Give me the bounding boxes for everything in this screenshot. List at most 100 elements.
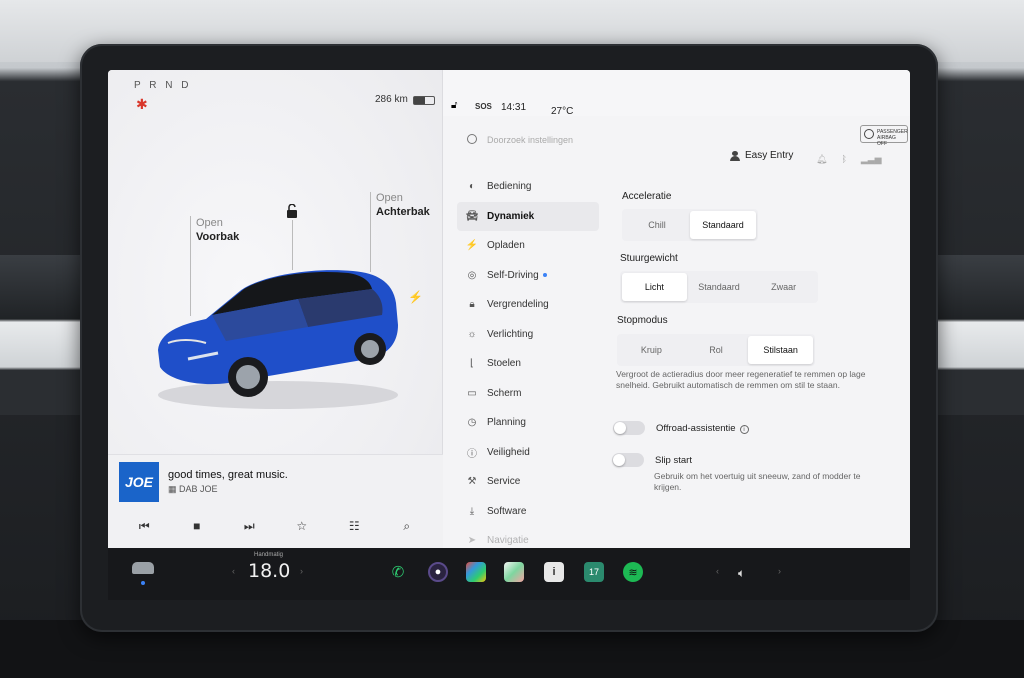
camera-icon[interactable]: ● (428, 562, 448, 582)
toybox-icon[interactable] (466, 562, 486, 582)
charge-port-icon[interactable]: ⚡ (408, 290, 423, 304)
equalizer-icon[interactable]: ☷ (342, 516, 366, 536)
steering-option-standaard[interactable]: Standaard (687, 273, 752, 301)
status-bar: 🔓︎ SOS 14:31 27°C (443, 70, 910, 117)
driver-profile[interactable]: Easy Entry (730, 150, 793, 161)
song-title: good times, great music. (168, 469, 288, 481)
screen-icon: ▭ (467, 387, 477, 399)
volume-down-chevron-icon[interactable]: ‹ (716, 566, 719, 576)
media-controls: ⏮ ■ ⏭ ☆ ☷ ⌕ (108, 515, 443, 537)
acceleration-option-standaard[interactable]: Standaard (690, 211, 756, 239)
settings-navigation: ◐ Bediening 🚘︎ Dynamiek ⚡ Opladen ◎ Self-Drivin… (443, 172, 603, 556)
nav-item-label: Opladen (487, 240, 525, 252)
bell-icon[interactable]: 🔔︎ (816, 154, 827, 165)
settings-search[interactable] (443, 130, 623, 152)
volume-icon[interactable]: 🔈︎ (738, 566, 745, 581)
nav-item-stoelen[interactable]: ⌊ Stoelen (443, 349, 603, 379)
bluetooth-icon[interactable]: ᛒ (841, 154, 846, 165)
navigation-icon: ➤ (467, 535, 477, 547)
cabin-temperature[interactable]: 18.0 (248, 560, 290, 582)
steering-option-zwaar[interactable]: Zwaar (751, 273, 816, 301)
rear-trunk-label: Achterbak (376, 206, 430, 218)
active-indicator (141, 581, 145, 585)
slip-start-label: Slip start (655, 455, 692, 466)
station-logo[interactable]: JOE (119, 462, 159, 502)
nav-item-label: Planning (487, 417, 526, 429)
steering-selector: Licht Standaard Zwaar (620, 271, 818, 303)
nav-item-veiligheid[interactable]: ⓘ Veiligheid (443, 438, 603, 468)
steering-title: Stuurgewicht (620, 253, 678, 264)
lock-status-icon[interactable]: 🔓︎ (451, 100, 457, 111)
temp-up-chevron-icon[interactable]: › (300, 566, 303, 576)
front-trunk-label: Voorbak (196, 231, 240, 243)
unlocked-icon[interactable] (286, 204, 298, 218)
rear-trunk-state: Open (376, 192, 403, 204)
nav-item-label: Vergrendeling (487, 299, 549, 311)
nav-item-opladen[interactable]: ⚡ Opladen (443, 231, 603, 261)
spotify-icon[interactable]: ≋ (623, 562, 643, 582)
search-icon (467, 134, 477, 144)
manual-icon[interactable]: i (544, 562, 564, 582)
touchscreen: P R N D ✱ 286 km Open Voorbak Open Achte… (108, 70, 910, 558)
nav-item-label: Software (487, 505, 527, 517)
nav-item-software[interactable]: ⤓ Software (443, 497, 603, 527)
update-dot (542, 273, 547, 278)
phone-icon[interactable]: ✆ (388, 562, 408, 582)
rear-trunk-callout[interactable]: Open Achterbak (376, 191, 430, 219)
settings-search-input[interactable] (487, 132, 617, 148)
acceleration-option-chill[interactable]: Chill (624, 211, 690, 239)
light-icon: ☼ (467, 328, 477, 340)
stop-mode-option-kruip[interactable]: Kruip (619, 336, 684, 364)
nav-item-scherm[interactable]: ▭ Scherm (443, 379, 603, 409)
car-icon[interactable] (132, 562, 154, 574)
temp-down-chevron-icon[interactable]: ‹ (232, 566, 235, 576)
steering-wheel-icon: ◎ (467, 269, 477, 281)
nav-item-label: Self-Driving (487, 269, 539, 281)
nav-item-bediening[interactable]: ◐ Bediening (443, 172, 603, 202)
info-icon[interactable]: i (739, 425, 749, 434)
nav-item-service[interactable]: ⚒ Service (443, 467, 603, 497)
nav-item-label: Navigatie (487, 535, 529, 547)
front-trunk-state: Open (196, 217, 223, 229)
previous-track-icon[interactable]: ⏮ (132, 516, 156, 536)
acceleration-selector: Chill Standaard (622, 209, 758, 241)
maps-icon[interactable] (504, 562, 524, 582)
nav-item-self-driving[interactable]: ◎ Self-Driving (443, 261, 603, 291)
slip-start-toggle[interactable] (612, 453, 644, 467)
stop-mode-description: Vergroot de actieradius door meer regene… (616, 369, 866, 390)
clock: 14:31 (501, 102, 527, 113)
car-panel: P R N D ✱ 286 km Open Voorbak Open Achte… (108, 70, 443, 558)
volume-up-chevron-icon[interactable]: › (778, 566, 781, 576)
bottom-dock: ‹ Handmatig 18.0 › ✆ ● i 17 ≋ ‹ 🔈︎ › (108, 548, 910, 600)
nav-item-vergrendeling[interactable]: 🔒︎ Vergrendeling (443, 290, 603, 320)
calendar-icon[interactable]: 17 (584, 562, 604, 582)
airbag-icon (864, 129, 874, 139)
wrench-icon: ⚒ (467, 476, 477, 488)
sos-indicator[interactable]: SOS (475, 102, 492, 111)
toggle-icon: ◐ (468, 181, 476, 193)
stop-mode-selector: Kruip Rol Stilstaan (617, 334, 815, 366)
next-track-icon[interactable]: ⏭ (237, 516, 261, 536)
station-name: ▦ DAB JOE (168, 484, 218, 494)
nav-item-dynamiek[interactable]: 🚘︎ Dynamiek (457, 201, 599, 231)
search-media-icon[interactable]: ⌕ (395, 516, 419, 536)
stop-mode-option-stilstaan[interactable]: Stilstaan (748, 336, 813, 364)
connectivity-icons: 🔔︎ ᛒ ▂▃▅ (816, 154, 882, 165)
nav-item-label: Veiligheid (487, 446, 530, 458)
offroad-toggle[interactable] (613, 421, 645, 435)
nav-item-label: Dynamiek (487, 210, 535, 222)
info-icon: ⓘ (467, 448, 477, 460)
nav-item-label: Service (487, 476, 521, 488)
stop-mode-option-rol[interactable]: Rol (684, 336, 749, 364)
steering-option-licht[interactable]: Licht (622, 273, 687, 301)
nav-item-verlichting[interactable]: ☼ Verlichting (443, 320, 603, 350)
signal-icon: ▂▃▅ (860, 154, 882, 164)
acceleration-title: Acceleratie (622, 191, 672, 202)
nav-item-planning[interactable]: ◷ Planning (443, 408, 603, 438)
radio-icon: ▦ (168, 484, 180, 494)
stop-icon[interactable]: ■ (185, 516, 209, 536)
outside-temperature: 27°C (551, 106, 574, 117)
slip-start-description: Gebruik om het voertuig uit sneeuw, zand… (654, 471, 861, 492)
favorite-star-icon[interactable]: ☆ (290, 516, 314, 536)
front-trunk-callout[interactable]: Open Voorbak (196, 216, 239, 244)
